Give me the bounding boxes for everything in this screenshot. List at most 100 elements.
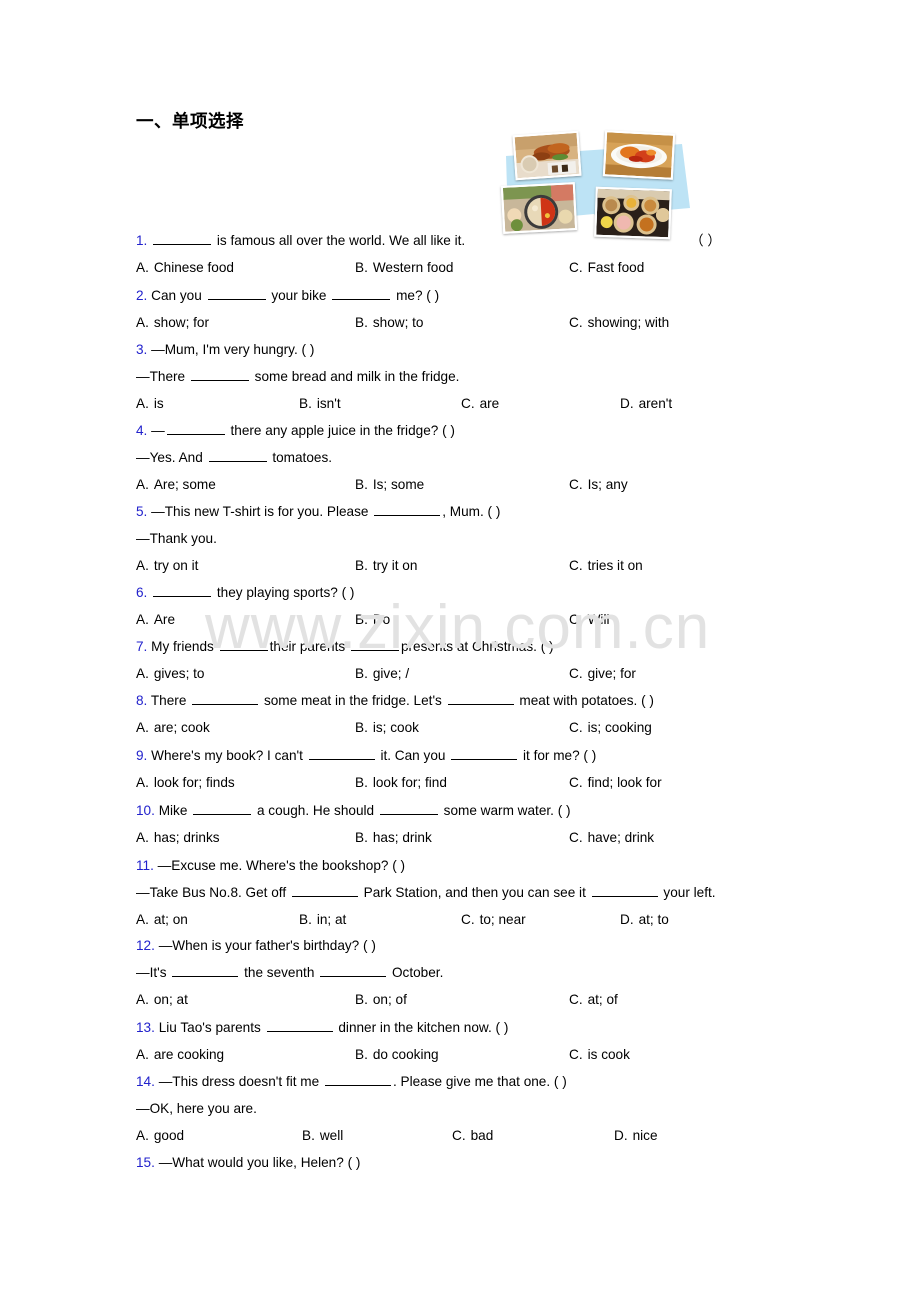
question-10-stem: 10. Mike a cough. He should some warm wa… — [136, 803, 571, 819]
question-9-stem: 9. Where's my book? I can't it. Can you … — [136, 748, 596, 764]
option-a[interactable]: A. good — [136, 1128, 184, 1144]
question-7-stem: 7. My friends their parents presents at … — [136, 639, 554, 655]
option-c[interactable]: C. are — [461, 396, 499, 412]
option-c[interactable]: C. find; look for — [569, 775, 662, 791]
option-d[interactable]: D. at; to — [620, 912, 669, 928]
option-a[interactable]: A. look for; finds — [136, 775, 235, 791]
question-number: 9. — [136, 748, 148, 763]
option-a[interactable]: A. gives; to — [136, 666, 204, 682]
option-c[interactable]: C. Fast food — [569, 260, 644, 276]
stem-text: . Please give me that one. ( ) — [392, 1074, 567, 1089]
food-photo-sweet-and-sour — [602, 130, 676, 180]
question-number: 1. — [136, 233, 148, 248]
stem-text: they playing sports? ( ) — [216, 585, 355, 600]
option-c[interactable]: C. showing; with — [569, 315, 669, 331]
stem-text: a cough. He should — [256, 803, 375, 818]
option-b[interactable]: B. isn't — [299, 396, 341, 412]
answer-blank — [308, 748, 375, 760]
option-c[interactable]: C. Is; any — [569, 477, 628, 493]
question-8-stem: 8. There some meat in the fridge. Let's … — [136, 693, 654, 709]
stem-text: —Yes. And — [136, 450, 203, 465]
option-c[interactable]: C. to; near — [461, 912, 526, 928]
stem-text: some meat in the fridge. Let's — [263, 693, 442, 708]
option-c[interactable]: C. give; for — [569, 666, 636, 682]
option-c[interactable]: C. have; drink — [569, 830, 654, 846]
question-number: 2. — [136, 288, 148, 303]
stem-text: —Take Bus No.8. Get off — [136, 885, 287, 900]
option-c[interactable]: C. tries it on — [569, 558, 643, 574]
stem-text: there any apple juice in the fridge? ( ) — [230, 423, 455, 438]
question-14-stem: 14. —This dress doesn't fit me . Please … — [136, 1074, 567, 1090]
stem-text: your bike — [271, 288, 327, 303]
question-1-answer-paren[interactable]: （ ） — [690, 233, 721, 249]
stem-text: , Mum. ( ) — [442, 504, 501, 519]
option-a[interactable]: A. is — [136, 396, 164, 412]
option-c[interactable]: C. is; cooking — [569, 720, 652, 736]
question-13-stem: 13. Liu Tao's parents dinner in the kitc… — [136, 1020, 508, 1036]
stem-text: Can you — [151, 288, 202, 303]
option-b[interactable]: B. on; of — [355, 992, 407, 1008]
answer-blank — [324, 1074, 391, 1086]
worksheet-page: www.zixin.com.cn 一、单项选择 1. is famous all… — [0, 0, 920, 1302]
option-c[interactable]: C. at; of — [569, 992, 618, 1008]
question-15-stem: 15. —What would you like, Helen? ( ) — [136, 1155, 360, 1171]
stem-text: Liu Tao's parents — [158, 1020, 261, 1035]
section-title: 一、单项选择 — [136, 112, 244, 132]
option-b[interactable]: B. well — [302, 1128, 343, 1144]
option-d[interactable]: D. nice — [614, 1128, 658, 1144]
option-a[interactable]: A. Are — [136, 612, 175, 628]
option-b[interactable]: B. in; at — [299, 912, 346, 928]
stem-text: — — [151, 423, 165, 438]
question-number: 11. — [136, 858, 154, 873]
stem-text: tomatoes. — [272, 450, 333, 465]
answer-blank — [374, 504, 441, 516]
answer-blank — [320, 965, 387, 977]
answer-blank — [447, 693, 514, 705]
option-b[interactable]: B. Is; some — [355, 477, 424, 493]
option-b[interactable]: B. Western food — [355, 260, 453, 276]
question-number: 12. — [136, 938, 155, 953]
option-a[interactable]: A. on; at — [136, 992, 188, 1008]
answer-blank — [266, 1020, 333, 1032]
food-photo-dim-sum — [594, 186, 672, 240]
option-b[interactable]: B. try it on — [355, 558, 417, 574]
answer-blank — [208, 450, 267, 462]
option-a[interactable]: A. are; cook — [136, 720, 210, 736]
question-11-stem: 11. —Excuse me. Where's the bookshop? ( … — [136, 858, 405, 874]
option-b[interactable]: B. do cooking — [355, 1047, 439, 1063]
option-c[interactable]: C. bad — [452, 1128, 493, 1144]
option-a[interactable]: A. Are; some — [136, 477, 216, 493]
option-a[interactable]: A. are cooking — [136, 1047, 224, 1063]
option-a[interactable]: A. try on it — [136, 558, 198, 574]
question-6-stem: 6. they playing sports? ( ) — [136, 585, 354, 601]
stem-text: me? ( ) — [396, 288, 440, 303]
option-d[interactable]: D. aren't — [620, 396, 672, 412]
answer-blank — [172, 965, 239, 977]
answer-blank — [379, 803, 438, 815]
stem-text: meat with potatoes. ( ) — [519, 693, 654, 708]
chinese-food-collage — [494, 126, 704, 240]
stem-text: —OK, here you are. — [136, 1101, 257, 1116]
option-b[interactable]: B. Do — [355, 612, 390, 628]
answer-blank — [153, 233, 212, 245]
option-a[interactable]: A. at; on — [136, 912, 188, 928]
option-b[interactable]: B. has; drink — [355, 830, 432, 846]
stem-text: Park Station, and then you can see it — [363, 885, 586, 900]
option-a[interactable]: A. has; drinks — [136, 830, 220, 846]
option-a[interactable]: A. Chinese food — [136, 260, 234, 276]
option-a[interactable]: A. show; for — [136, 315, 209, 331]
stem-text: some warm water. ( ) — [443, 803, 571, 818]
option-b[interactable]: B. look for; find — [355, 775, 447, 791]
option-b[interactable]: B. give; / — [355, 666, 409, 682]
question-number: 10. — [136, 803, 155, 818]
answer-blank — [350, 639, 399, 651]
option-b[interactable]: B. is; cook — [355, 720, 419, 736]
option-b[interactable]: B. show; to — [355, 315, 423, 331]
answer-blank — [190, 369, 249, 381]
answer-blank — [291, 885, 358, 897]
question-number: 4. — [136, 423, 148, 438]
option-c[interactable]: C. Will — [569, 612, 610, 628]
answer-blank — [166, 423, 225, 435]
question-4-stem: 4. — there any apple juice in the fridge… — [136, 423, 455, 439]
option-c[interactable]: C. is cook — [569, 1047, 630, 1063]
